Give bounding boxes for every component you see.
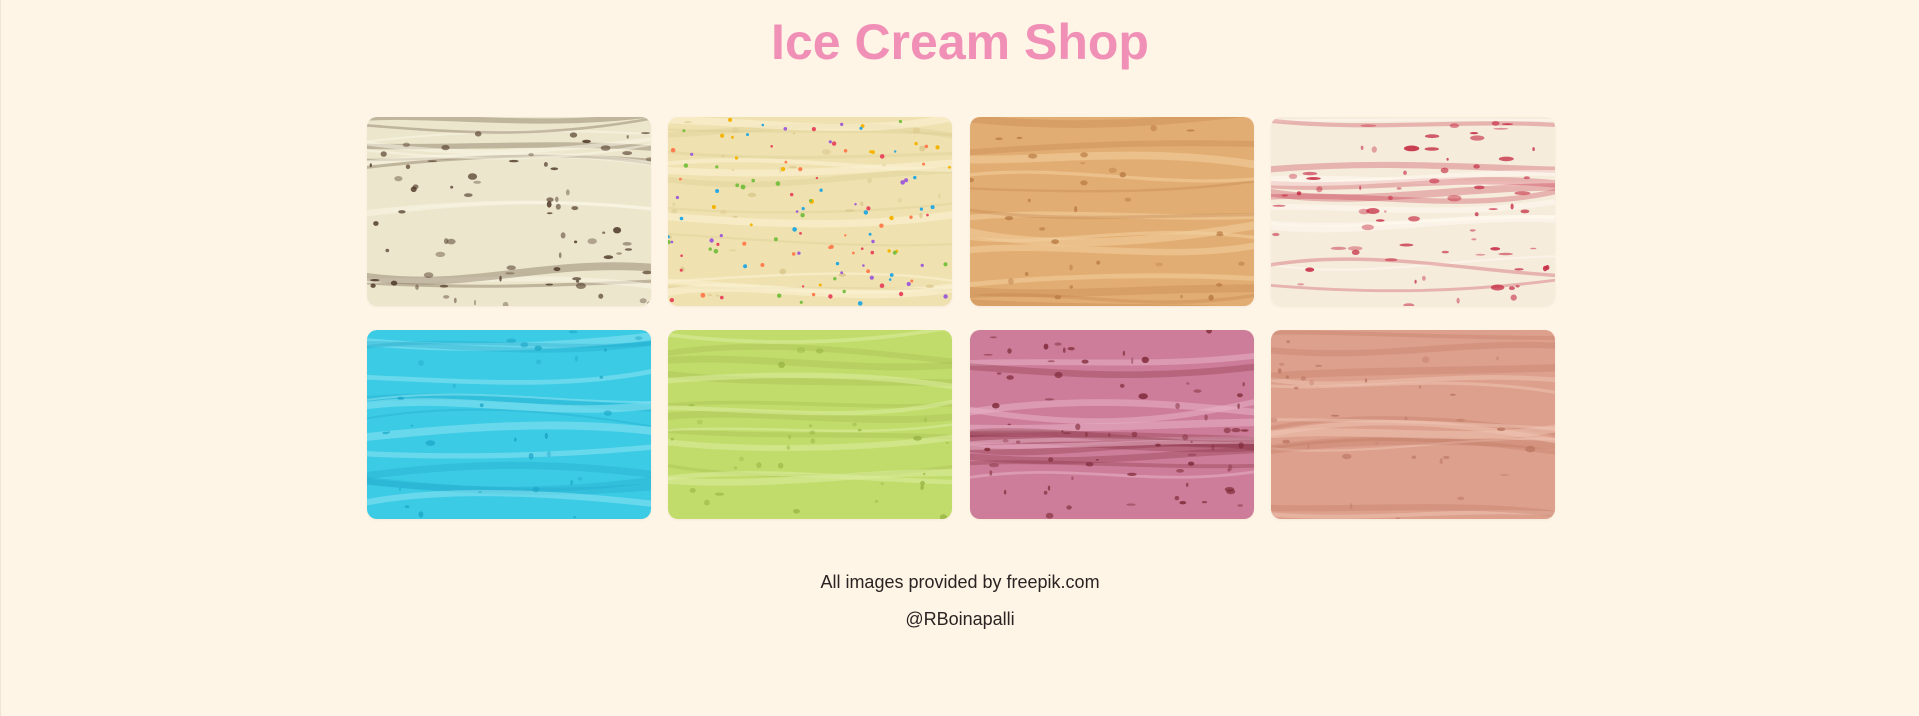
chocolate-chip-ice-cream-image [367, 117, 651, 306]
blue-ice-cream-image [367, 330, 651, 519]
image-credit-text: All images provided by freepik.com [820, 572, 1100, 592]
berry-pink-ice-cream-image [969, 330, 1254, 519]
ice-cream-gallery [367, 117, 1555, 519]
peach-ice-cream-image [1270, 330, 1555, 519]
sprinkles-vanilla-ice-cream-image [668, 117, 953, 306]
strawberry-ripple-ice-cream-image [1270, 117, 1555, 306]
caramel-ice-cream-image [969, 117, 1254, 306]
pistachio-ice-cream-image [668, 330, 953, 519]
page: Ice Cream Shop All images provided by fr… [0, 0, 1919, 716]
author-handle: @RBoinapalli [905, 609, 1015, 629]
page-title: Ice Cream Shop [771, 14, 1149, 70]
